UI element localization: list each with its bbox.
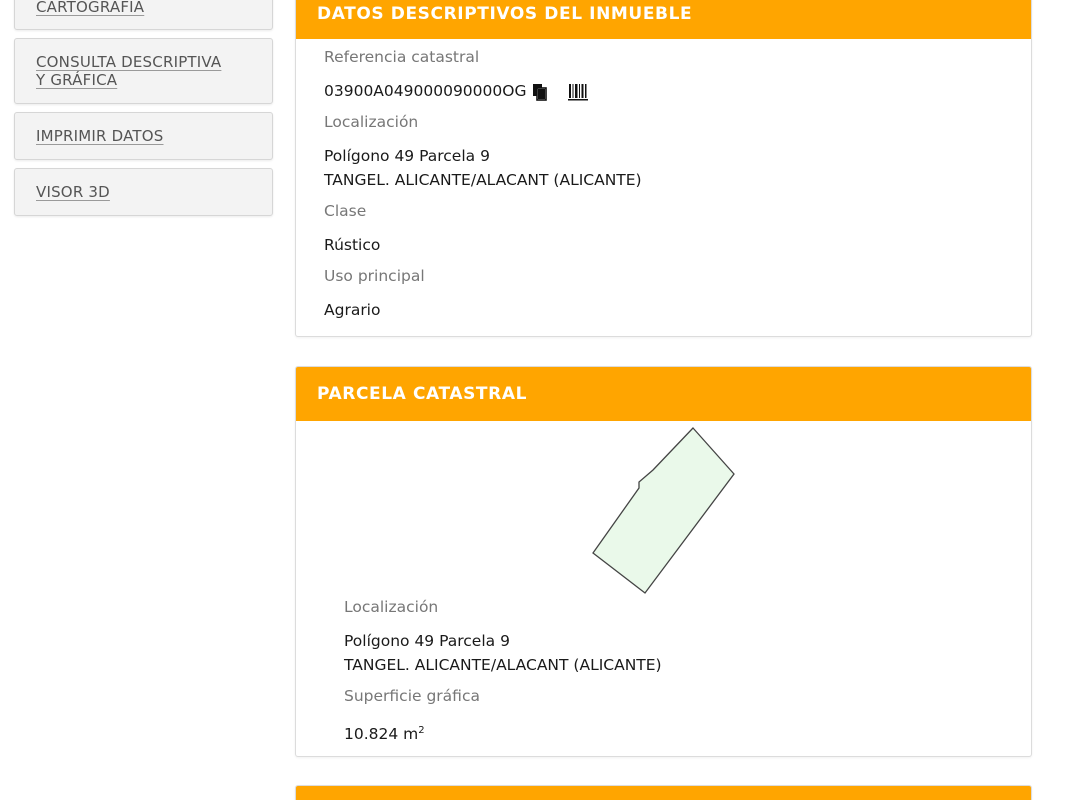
panel-title: PARCELA CATASTRAL xyxy=(296,367,1031,421)
uso-label: Uso principal xyxy=(324,267,425,285)
ref-row: 03900A049000090000OG xyxy=(324,80,589,103)
page: CARTOGRAFÍA CONSULTA DESCRIPTIVA Y GRÁFIC… xyxy=(0,0,1067,800)
copy-icon[interactable] xyxy=(532,83,548,101)
localizacion-line2: TANGEL. ALICANTE/ALACANT (ALICANTE) xyxy=(324,171,642,189)
superficie-unit-exp: 2 xyxy=(418,725,425,736)
sidebar-item-cartografia[interactable]: CARTOGRAFÍA xyxy=(14,0,273,30)
barcode-icon[interactable] xyxy=(568,82,589,102)
parcel-map[interactable] xyxy=(592,427,737,597)
ref-label: Referencia catastral xyxy=(324,48,480,66)
sidebar-item-label[interactable]: CARTOGRAFÍA xyxy=(36,0,144,16)
sidebar-item-label-line1: CONSULTA DESCRIPTIVA xyxy=(36,53,222,71)
sidebar-item-imprimir-datos[interactable]: IMPRIMIR DATOS xyxy=(14,112,273,160)
next-panel xyxy=(295,785,1032,800)
parcela-localizacion-line1: Polígono 49 Parcela 9 xyxy=(344,632,510,650)
superficie-number: 10.824 m xyxy=(344,725,419,744)
parcela-localizacion-line2: TANGEL. ALICANTE/ALACANT (ALICANTE) xyxy=(344,656,662,674)
sidebar: CARTOGRAFÍA CONSULTA DESCRIPTIVA Y GRÁFIC… xyxy=(14,0,273,224)
clase-value: Rústico xyxy=(324,236,381,254)
sidebar-item-visor-3d[interactable]: VISOR 3D xyxy=(14,168,273,216)
localizacion-label: Localización xyxy=(324,113,419,131)
superficie-label: Superficie gráfica xyxy=(344,687,480,705)
panel-header-bar xyxy=(296,786,1031,800)
sidebar-item-label[interactable]: IMPRIMIR DATOS xyxy=(36,127,164,145)
ref-value: 03900A049000090000OG xyxy=(324,82,527,100)
sidebar-item-label[interactable]: CONSULTA DESCRIPTIVA Y GRÁFICA xyxy=(36,53,221,89)
sidebar-item-label-line2: Y GRÁFICA xyxy=(36,71,118,89)
parcela-localizacion-label: Localización xyxy=(344,598,439,616)
superficie-value: 10.824 m2 xyxy=(344,719,425,746)
sidebar-item-label[interactable]: VISOR 3D xyxy=(36,183,110,201)
parcel-shape[interactable] xyxy=(592,427,735,594)
uso-value: Agrario xyxy=(324,301,381,319)
clase-label: Clase xyxy=(324,202,367,220)
panel-title: DATOS DESCRIPTIVOS DEL INMUEBLE xyxy=(296,0,1031,39)
localizacion-line1: Polígono 49 Parcela 9 xyxy=(324,147,490,165)
sidebar-item-consulta-descriptiva[interactable]: CONSULTA DESCRIPTIVA Y GRÁFICA xyxy=(14,38,273,104)
